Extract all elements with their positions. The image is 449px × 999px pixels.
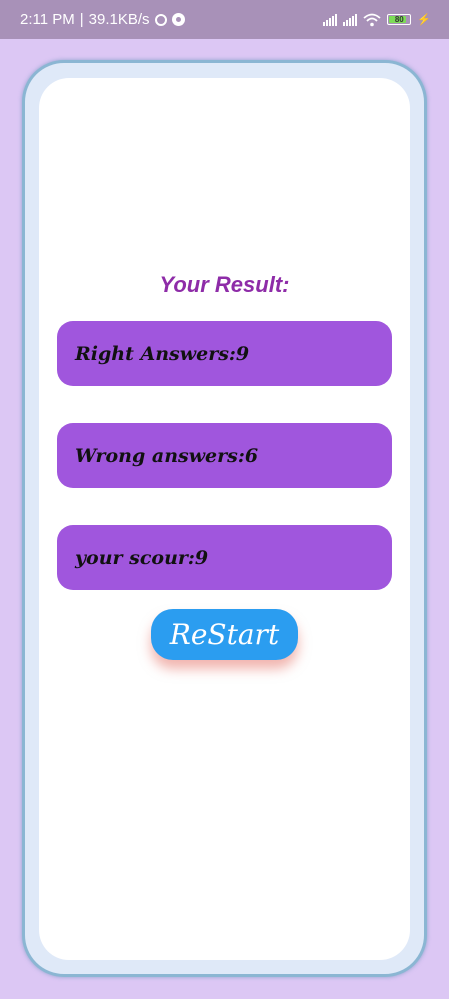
result-title: Your Result:: [159, 272, 290, 297]
restart-button[interactable]: ReStart: [151, 609, 298, 660]
battery-icon: 80: [387, 14, 412, 25]
status-right: 80 ⚡: [323, 0, 431, 39]
battery-level: 80: [394, 15, 404, 24]
right-answers-box: Right Answers:9: [57, 321, 392, 386]
score-text: your scour:9: [75, 546, 209, 569]
right-answers-text: Right Answers:9: [75, 342, 250, 365]
charging-bolt-icon: ⚡: [417, 14, 431, 26]
signal-icon: [323, 13, 338, 26]
wifi-icon: [363, 13, 381, 26]
whatsapp-icon: [171, 13, 185, 26]
result-card: [39, 78, 410, 960]
score-box: your scour:9: [57, 525, 392, 590]
alarm-icon: [154, 13, 167, 26]
restart-label: ReStart: [169, 618, 280, 651]
status-time: 2:11 PM: [20, 11, 75, 28]
status-separator: |: [79, 11, 84, 28]
status-bar: 2:11 PM | 39.1KB/s 80 ⚡: [0, 0, 449, 39]
wrong-answers-box: Wrong answers:6: [57, 423, 392, 488]
status-left: 2:11 PM | 39.1KB/s: [20, 0, 185, 39]
wrong-answers-text: Wrong answers:6: [75, 444, 259, 467]
network-speed: 39.1KB/s: [88, 11, 150, 28]
signal-icon: [343, 13, 358, 26]
